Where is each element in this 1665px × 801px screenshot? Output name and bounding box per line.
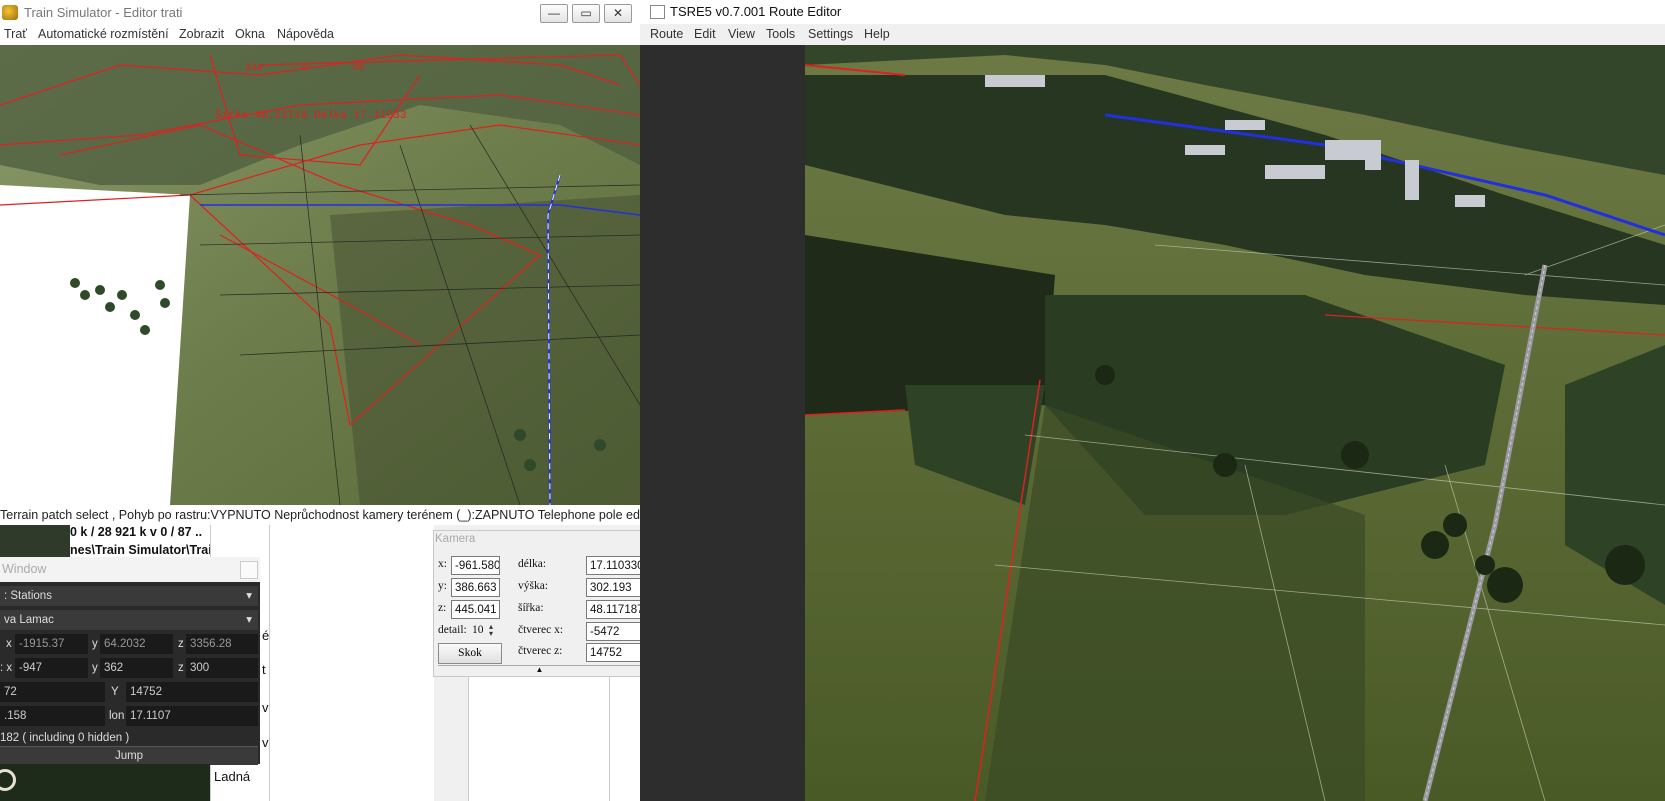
lat-field[interactable]: .158	[0, 706, 105, 726]
y-label: y	[92, 662, 98, 674]
stations-panel: : Stations ▾ va Lamac ▾ x -1915.37 y 64.…	[0, 582, 260, 765]
ctverec-z-field[interactable]: 14752	[586, 643, 640, 662]
cam-x-field[interactable]: -961.580	[451, 556, 500, 575]
jump-button[interactable]: Jump	[0, 746, 258, 765]
camera-title: Kamera	[435, 533, 476, 545]
status-bar: Terrain patch select , Pohyb po rastru:V…	[0, 505, 640, 525]
ruler-label: 330	[245, 63, 263, 74]
category-dropdown[interactable]: : Stations ▾	[0, 586, 258, 606]
menu-bar: Route Edit View Tools Settings Help	[640, 24, 1665, 45]
ctverec-z-label: čtverec z:	[518, 645, 563, 657]
tile-y-field[interactable]: 362	[100, 658, 173, 678]
menu-help[interactable]: Help	[864, 27, 890, 41]
vyska-field[interactable]: 302.193	[586, 578, 640, 597]
chevron-down-icon: ▾	[246, 614, 252, 626]
x-label: : x	[0, 662, 13, 674]
menu-view[interactable]: View	[728, 27, 755, 41]
tool-window-title: Window	[2, 562, 47, 576]
delka-field[interactable]: 17.1103305	[586, 556, 640, 575]
cam-y-field[interactable]: 386.663	[451, 578, 500, 597]
lon-label: lon	[109, 710, 125, 722]
info-panel: 0 k / 28 921 k v 0 / 87 .. nes\Train Sim…	[70, 525, 210, 559]
menu-tools[interactable]: Tools	[766, 27, 795, 41]
app-icon	[650, 5, 665, 19]
tile-x-field[interactable]: -947	[15, 658, 88, 678]
sirka-field[interactable]: 48.1171875	[586, 600, 640, 619]
menu-okna[interactable]: Okna	[235, 27, 265, 41]
info-line: 0 k / 28 921 k v 0 / 87 ..	[70, 525, 203, 539]
object-count: 182 ( including 0 hidden )	[0, 732, 130, 744]
y-label: y	[92, 638, 98, 650]
side-text: é	[262, 628, 270, 643]
thumbnail	[0, 525, 70, 560]
menu-route[interactable]: Route	[650, 27, 683, 41]
route-viewport[interactable]	[805, 45, 1665, 801]
menu-trat[interactable]: Trať	[4, 27, 27, 41]
menu-zobrazit[interactable]: Zobrazit	[179, 27, 224, 41]
info-line: nes\Train Simulator\Trai	[70, 543, 210, 557]
station-dropdown[interactable]: va Lamac ▾	[0, 610, 258, 630]
z-label: z	[178, 638, 184, 650]
detail-label: detail:	[438, 624, 467, 636]
chevron-down-icon: ▾	[246, 590, 252, 602]
window-title: Train Simulator - Editor trati	[24, 5, 183, 20]
skok-button[interactable]: Skok	[438, 643, 502, 664]
list-divider	[609, 675, 610, 801]
vyska-label: výška:	[518, 580, 549, 592]
sirka-label: šířka:	[518, 602, 544, 614]
side-text: v	[262, 735, 269, 750]
pos-y-field[interactable]: 64.2032	[100, 634, 173, 654]
minimize-button[interactable]: —	[540, 4, 568, 23]
spinner-icon[interactable]: ▴ ▾	[485, 623, 497, 638]
cam-z-label: z:	[438, 602, 447, 614]
editor-trati-window: Train Simulator - Editor trati — ▭ ✕ Tra…	[0, 0, 640, 801]
window-title: TSRE5 v0.7.001 Route Editor	[670, 4, 842, 19]
maximize-button[interactable]: ▭	[572, 4, 600, 23]
tsre5-window: TSRE5 v0.7.001 Route Editor Route Edit V…	[640, 0, 1665, 801]
ruler-label: 0	[302, 63, 308, 74]
circle-icon	[0, 769, 16, 791]
route-scene	[805, 45, 1665, 801]
tile-x2-field[interactable]: 72	[0, 682, 105, 702]
menu-bar: Trať Automatické rozmístění Zobrazit Okn…	[0, 25, 640, 45]
pos-z-field[interactable]: 3356.28	[186, 634, 258, 654]
collapse-handle[interactable]: ▲	[438, 665, 640, 674]
list-item[interactable]: Ladná	[214, 769, 250, 784]
menu-automaticke-rozmisteni[interactable]: Automatické rozmístění	[38, 27, 169, 41]
title-bar[interactable]: TSRE5 v0.7.001 Route Editor	[640, 0, 1665, 24]
z-label: z	[178, 662, 184, 674]
viewport-overlay-text: Šířka 48.11719 Délka 17.11033	[215, 108, 406, 122]
side-text: v	[262, 700, 269, 715]
ctverec-x-label: čtverec x:	[518, 624, 564, 636]
x-label: x	[6, 638, 12, 650]
title-bar[interactable]: Train Simulator - Editor trati — ▭ ✕	[0, 0, 640, 25]
menu-napoveda[interactable]: Nápověda	[277, 27, 334, 41]
ruler-label: 30	[352, 63, 364, 74]
cam-x-label: x:	[438, 558, 447, 570]
tile-y2-field[interactable]: 14752	[126, 682, 258, 702]
tool-sidebar	[640, 45, 805, 801]
close-button[interactable]: ✕	[604, 4, 632, 23]
terrain-scene: Šířka 48.11719 Délka 17.11033 330 0 30	[0, 45, 640, 505]
detail-value[interactable]: 10	[472, 624, 484, 636]
list-panel-right	[468, 675, 640, 801]
bottom-thumbnail	[0, 764, 210, 801]
tile-z-field[interactable]: 300	[186, 658, 258, 678]
3d-viewport[interactable]: Šířka 48.11719 Délka 17.11033 330 0 30	[0, 45, 640, 505]
side-text: t	[262, 662, 266, 677]
app-icon	[2, 5, 18, 20]
menu-settings[interactable]: Settings	[808, 27, 853, 41]
tool-window-titlebar[interactable]: Window	[0, 557, 260, 583]
menu-edit[interactable]: Edit	[694, 27, 716, 41]
y-label: Y	[111, 686, 119, 698]
delka-label: délka:	[518, 558, 547, 570]
cam-y-label: y:	[438, 580, 447, 592]
cam-z-field[interactable]: 445.041	[451, 600, 500, 619]
list-divider	[269, 525, 270, 801]
pos-x-field[interactable]: -1915.37	[15, 634, 88, 654]
camera-panel: Kamera x: -961.580 y: 386.663 z: 445.041…	[433, 530, 640, 677]
lon-field[interactable]: 17.1107	[126, 706, 258, 726]
close-icon[interactable]	[240, 561, 258, 579]
ctverec-x-field[interactable]: -5472	[586, 622, 640, 641]
